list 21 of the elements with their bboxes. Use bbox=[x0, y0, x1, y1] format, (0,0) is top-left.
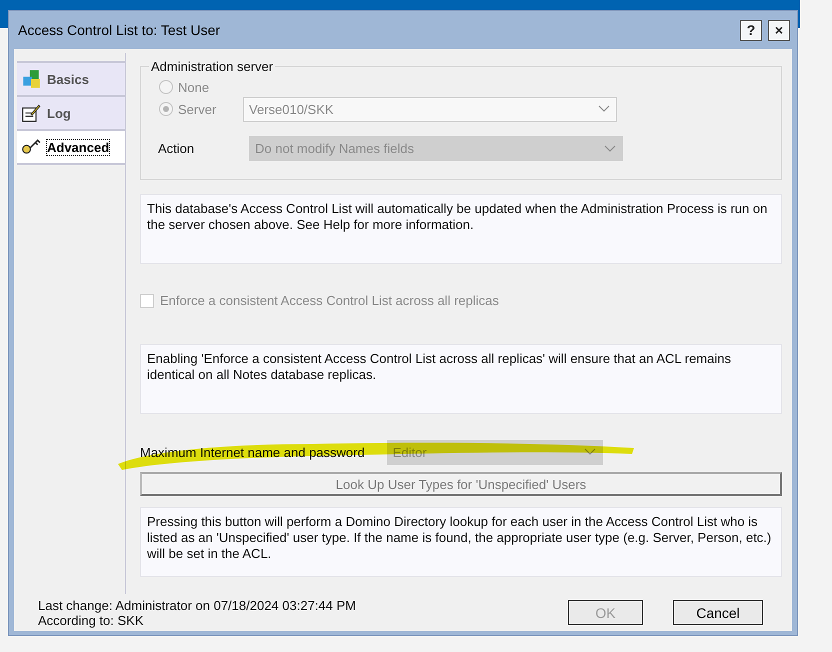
close-button[interactable]: × bbox=[768, 20, 790, 40]
last-change-text: Last change: Administrator on 07/18/2024 03:27:44 PM bbox=[38, 598, 357, 612]
chevron-down-icon bbox=[604, 144, 616, 152]
radio-label: Server bbox=[178, 102, 218, 116]
cancel-button[interactable]: Cancel bbox=[673, 600, 763, 625]
checkbox-label: Enforce a consistent Access Control List across all replicas bbox=[160, 293, 499, 308]
tab[interactable]: Advanced bbox=[17, 129, 125, 165]
group-label: Administration server bbox=[150, 59, 274, 74]
according-to-text: According to: SKK bbox=[38, 612, 144, 628]
info-text: Enabling 'Enforce a consistent Access Control List across all replicas' will ensure that an ACL remains identical on all Notes database replicas. bbox=[140, 344, 782, 414]
blocks-icon bbox=[21, 69, 41, 89]
info-text: Pressing this button will perform a Domino Directory lookup for each user in the Access Control List who is listed as an 'Unspecified' user type. If the name is found, the appropriate user type (e.g. Server, Person, etc.) will be set in the ACL. bbox=[140, 507, 782, 577]
chevron-down-icon bbox=[598, 105, 610, 113]
tab[interactable]: Log bbox=[17, 95, 125, 129]
action-label: Action bbox=[158, 141, 196, 156]
radio-label: None bbox=[178, 80, 210, 94]
notepad-icon bbox=[21, 103, 41, 123]
info-text: This database's Access Control List will automatically be updated when the Administration Process is run on the server chosen above. See Help for more information. bbox=[140, 194, 782, 264]
help-button[interactable]: ? bbox=[740, 20, 762, 40]
window-title: Access Control List to: Test User bbox=[18, 22, 222, 38]
tab[interactable]: Basics bbox=[17, 61, 125, 95]
